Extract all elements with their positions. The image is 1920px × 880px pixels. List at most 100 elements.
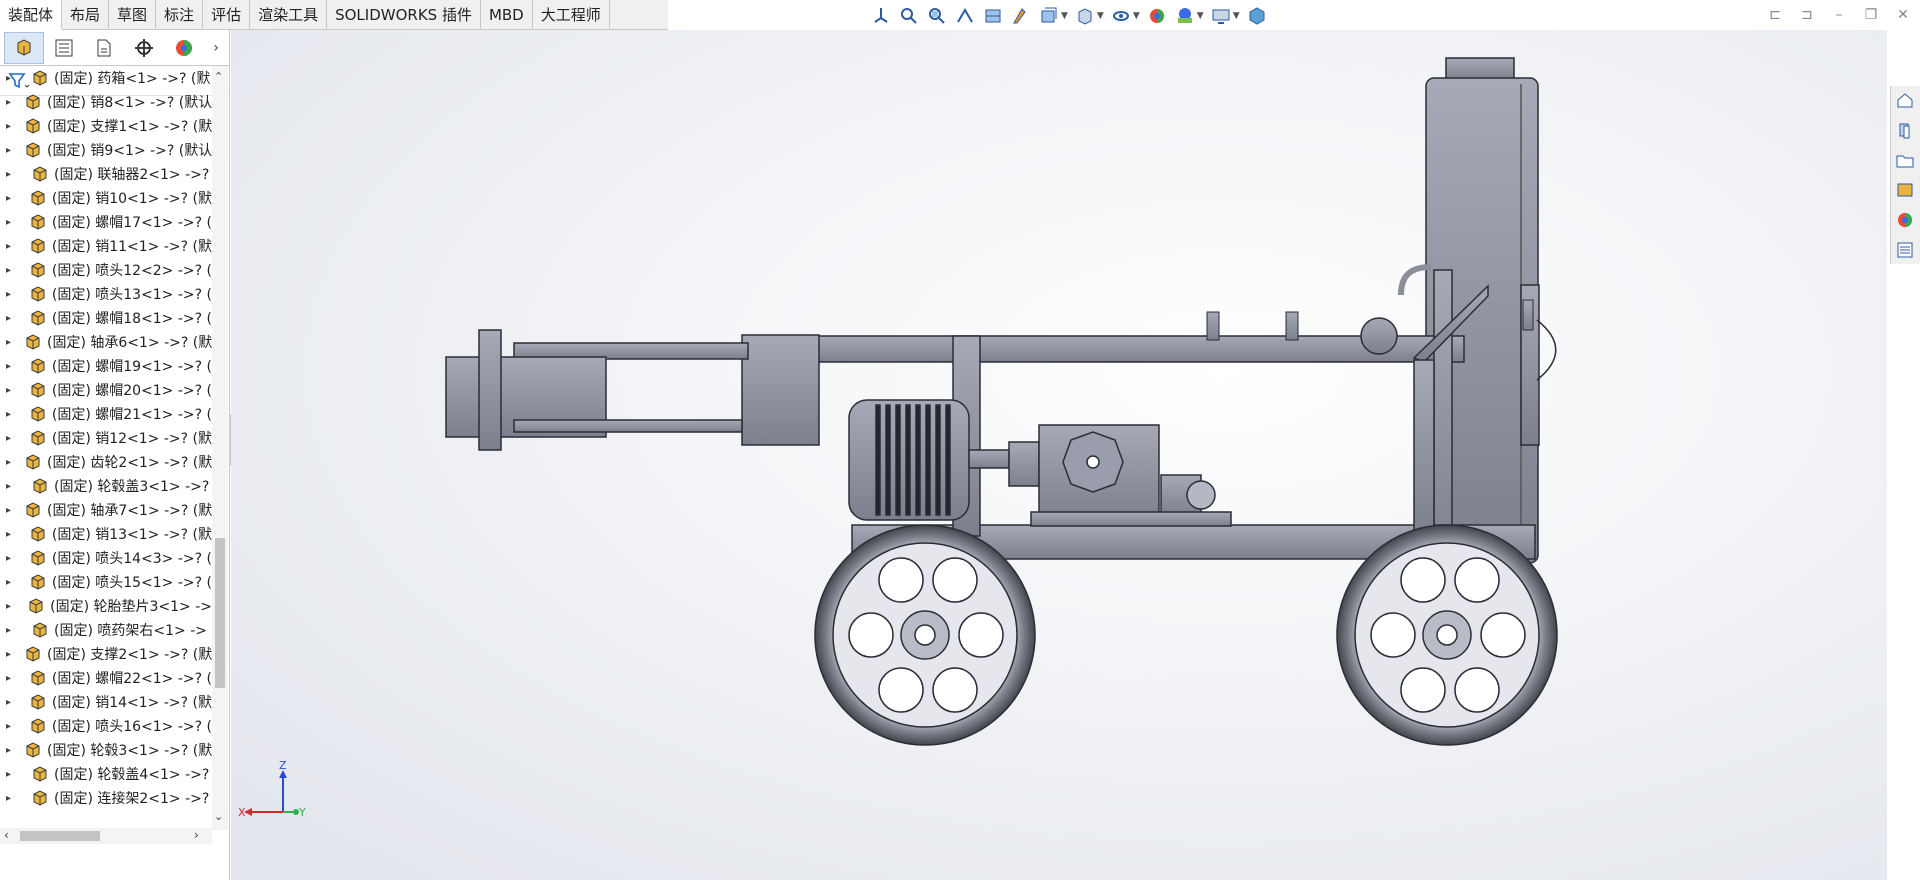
- tree-horizontal-scrollbar[interactable]: ‹ ›: [0, 828, 212, 844]
- expand-arrow-icon[interactable]: ▸: [6, 649, 11, 660]
- tree-item[interactable]: ▸ (固定) 喷头16<1> ->? (: [0, 714, 212, 738]
- expand-arrow-icon[interactable]: ▸: [6, 625, 18, 636]
- assembly-model[interactable]: [231, 30, 1887, 880]
- view-palette-icon[interactable]: [1891, 176, 1919, 204]
- expand-arrow-icon[interactable]: ▸: [6, 409, 16, 420]
- tree-item[interactable]: ▸ (固定) 药箱<1> ->? (默: [0, 66, 212, 90]
- tree-item[interactable]: ▸ (固定) 轮毂3<1> ->? (默: [0, 738, 212, 762]
- expand-arrow-icon[interactable]: ▸: [6, 529, 16, 540]
- expand-arrow-icon[interactable]: ▸: [6, 601, 14, 612]
- tree-item[interactable]: ▸ (固定) 螺帽18<1> ->? (: [0, 306, 212, 330]
- tree-item[interactable]: ▸ (固定) 销9<1> ->? (默认: [0, 138, 212, 162]
- solidworks-resources-icon[interactable]: [1891, 86, 1919, 114]
- tree-item[interactable]: ▸ (固定) 喷药架右<1> ->: [0, 618, 212, 642]
- expand-arrow-icon[interactable]: ▸: [6, 265, 16, 276]
- chevron-down-icon[interactable]: ▼: [1061, 11, 1068, 21]
- collapse-left-icon[interactable]: ⊏: [1766, 6, 1784, 24]
- minimize-icon[interactable]: –: [1830, 6, 1848, 24]
- expand-arrow-icon[interactable]: ▸: [6, 721, 16, 732]
- tree-item[interactable]: ▸ (固定) 喷头13<1> ->? (: [0, 282, 212, 306]
- tree-item[interactable]: ▸ (固定) 销14<1> ->? (默: [0, 690, 212, 714]
- tree-item[interactable]: ▸ (固定) 轴承6<1> ->? (默: [0, 330, 212, 354]
- expand-arrow-icon[interactable]: ▸: [6, 97, 11, 108]
- tree-item[interactable]: ▸ (固定) 轮毂盖4<1> ->?: [0, 762, 212, 786]
- scrollbar-thumb[interactable]: [215, 538, 225, 688]
- tree-item[interactable]: ▸ (固定) 螺帽20<1> ->? (: [0, 378, 212, 402]
- display-manager-icon[interactable]: [164, 32, 204, 64]
- expand-arrow-icon[interactable]: ▸: [6, 361, 16, 372]
- hide-show-icon[interactable]: [1110, 5, 1132, 27]
- expand-arrow-icon[interactable]: ▸: [6, 481, 18, 492]
- zoom-to-fit-icon[interactable]: [898, 5, 920, 27]
- edit-appearance-icon[interactable]: [1146, 5, 1168, 27]
- tree-item[interactable]: ▸ (固定) 喷头14<3> ->? (: [0, 546, 212, 570]
- view-orientation-icon[interactable]: [870, 5, 892, 27]
- expand-arrow-icon[interactable]: ▸: [6, 553, 16, 564]
- tree-item[interactable]: ▸ (固定) 齿轮2<1> ->? (默: [0, 450, 212, 474]
- tab-2[interactable]: 草图: [109, 0, 157, 30]
- expand-arrow-icon[interactable]: ▸: [6, 385, 16, 396]
- expand-arrow-icon[interactable]: ▸: [6, 577, 16, 588]
- tree-item[interactable]: ▸ (固定) 轮毂盖3<1> ->?: [0, 474, 212, 498]
- expand-arrow-icon[interactable]: ▸: [6, 145, 11, 156]
- dimxpert-icon[interactable]: [124, 32, 164, 64]
- configuration-manager-icon[interactable]: [84, 32, 124, 64]
- apply-scene-icon[interactable]: [1174, 5, 1196, 27]
- tree-item[interactable]: ▸ (固定) 支撑1<1> ->? (默: [0, 114, 212, 138]
- dynamic-annotation-icon[interactable]: [1010, 5, 1032, 27]
- scroll-down-icon[interactable]: ⌄: [214, 810, 223, 823]
- expand-arrow-icon[interactable]: ▸: [6, 241, 16, 252]
- scroll-right-icon[interactable]: ›: [194, 828, 199, 842]
- expand-arrow-icon[interactable]: ▸: [6, 337, 11, 348]
- tree-item[interactable]: ▸ (固定) 销11<1> ->? (默: [0, 234, 212, 258]
- chevron-down-icon[interactable]: ▼: [1233, 11, 1240, 21]
- custom-properties-icon[interactable]: [1891, 236, 1919, 264]
- tab-1[interactable]: 布局: [62, 0, 110, 30]
- expand-arrow-icon[interactable]: ▸: [6, 505, 11, 516]
- tree-item[interactable]: ▸ (固定) 轴承7<1> ->? (默: [0, 498, 212, 522]
- expand-arrow-icon[interactable]: ▸: [6, 169, 18, 180]
- appearances-icon[interactable]: [1891, 206, 1919, 234]
- tree-item[interactable]: ▸ (固定) 支撑2<1> ->? (默: [0, 642, 212, 666]
- tree-item[interactable]: ▸ (固定) 螺帽21<1> ->? (: [0, 402, 212, 426]
- scroll-up-icon[interactable]: ⌃: [214, 70, 223, 83]
- tree-item[interactable]: ▸ (固定) 喷头15<1> ->? (: [0, 570, 212, 594]
- expand-arrow-icon[interactable]: ▸: [6, 73, 18, 84]
- expand-arrow-icon[interactable]: ▸: [6, 313, 16, 324]
- tab-7[interactable]: MBD: [481, 0, 533, 30]
- expand-arrow-icon[interactable]: ▸: [6, 193, 16, 204]
- view-3d-icon[interactable]: [1038, 5, 1060, 27]
- tree-item[interactable]: ▸ (固定) 连接架2<1> ->?: [0, 786, 212, 810]
- previous-view-icon[interactable]: [954, 5, 976, 27]
- tree-item[interactable]: ▸ (固定) 螺帽17<1> ->? (: [0, 210, 212, 234]
- expand-arrow-icon[interactable]: ▸: [6, 673, 16, 684]
- chevron-down-icon[interactable]: ▼: [1097, 11, 1104, 21]
- zoom-area-icon[interactable]: [926, 5, 948, 27]
- tree-item[interactable]: ▸ (固定) 联轴器2<1> ->?: [0, 162, 212, 186]
- scroll-left-icon[interactable]: ‹: [4, 828, 9, 842]
- tree-item[interactable]: ▸ (固定) 喷头12<2> ->? (: [0, 258, 212, 282]
- tree-vertical-scrollbar[interactable]: ⌃ ⌄: [212, 66, 228, 830]
- tab-3[interactable]: 标注: [156, 0, 204, 30]
- design-library-icon[interactable]: [1891, 116, 1919, 144]
- close-icon[interactable]: ✕: [1894, 6, 1912, 24]
- tab-8[interactable]: 大工程师: [533, 0, 610, 30]
- expand-arrow-icon[interactable]: ▸: [6, 121, 11, 132]
- chevron-down-icon[interactable]: ▼: [1197, 11, 1204, 21]
- view-settings-icon[interactable]: [1210, 5, 1232, 27]
- expand-arrow-icon[interactable]: ▸: [6, 793, 18, 804]
- property-manager-icon[interactable]: [44, 32, 84, 64]
- expand-arrow-icon[interactable]: ▸: [6, 769, 18, 780]
- tree-item[interactable]: ▸ (固定) 销12<1> ->? (默: [0, 426, 212, 450]
- expand-arrow-icon[interactable]: ▸: [6, 217, 16, 228]
- display-icon[interactable]: [1246, 5, 1268, 27]
- chevron-down-icon[interactable]: ▼: [1133, 11, 1140, 21]
- tab-5[interactable]: 渲染工具: [250, 0, 328, 30]
- tree-item[interactable]: ▸ (固定) 销10<1> ->? (默: [0, 186, 212, 210]
- tab-6[interactable]: SOLIDWORKS 插件: [327, 0, 481, 30]
- tree-item[interactable]: ▸ (固定) 轮胎垫片3<1> ->: [0, 594, 212, 618]
- tree-item[interactable]: ▸ (固定) 销13<1> ->? (默: [0, 522, 212, 546]
- file-explorer-icon[interactable]: [1891, 146, 1919, 174]
- tab-0[interactable]: 装配体: [0, 0, 63, 30]
- expand-arrow-icon[interactable]: ▸: [6, 433, 16, 444]
